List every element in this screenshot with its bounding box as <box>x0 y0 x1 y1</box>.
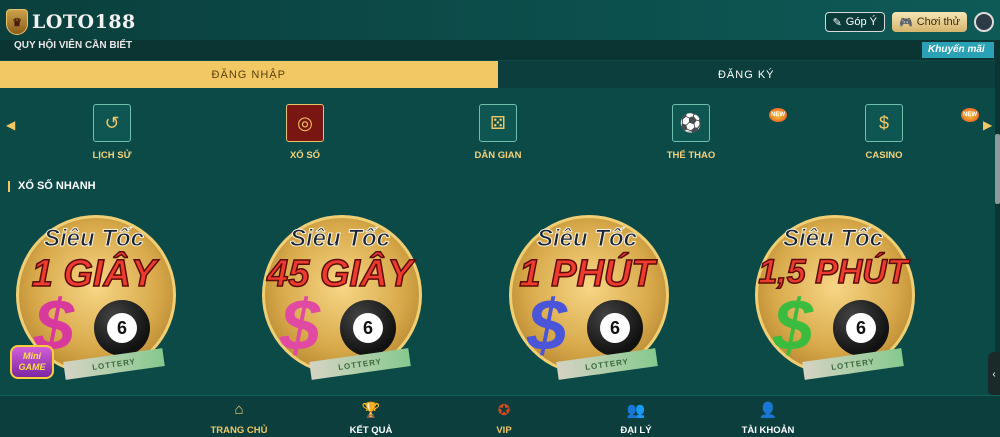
category-casino[interactable]: $ CASINO <box>844 104 924 161</box>
sports-icon: ⚽ <box>672 104 710 142</box>
minigame-button[interactable]: Mini GAME <box>10 345 54 379</box>
brand-name: LOTO188 <box>32 11 136 33</box>
game-title-line1: Siêu Tốc <box>782 225 884 253</box>
promotion-tag[interactable]: Khuyến mãi <box>922 42 994 58</box>
nav-label: VIP <box>496 425 512 436</box>
agents-icon: 👥 <box>626 402 646 419</box>
category-sports[interactable]: ⚽ THỂ THAO <box>651 104 731 161</box>
game-title-line2: 1 PHÚT <box>519 252 656 296</box>
minigame-label-1: Mini <box>23 351 41 361</box>
language-icon[interactable] <box>974 12 994 32</box>
dollar-icon: $ <box>280 286 321 366</box>
category-label: DÂN GIAN <box>474 150 522 161</box>
dollar-icon: $ <box>773 286 814 366</box>
side-drawer-toggle[interactable]: ‹ <box>988 352 1000 396</box>
lottery-ball-icon: 6 <box>340 300 396 356</box>
lottery-ball-icon: 6 <box>587 300 643 356</box>
ball-number: 6 <box>600 313 630 343</box>
try-play-label: Chơi thử <box>916 16 960 28</box>
nav-results[interactable]: 🏆 KẾT QUẢ <box>331 401 411 436</box>
feedback-button[interactable]: ✎ Góp Ý <box>824 12 885 32</box>
category-row: ◀ ↺ LỊCH SỬ ◎ XỔ SỐ ⚄ DÂN GIAN ⚽ THỂ THA… <box>0 98 995 166</box>
category-label: CASINO <box>865 150 903 161</box>
nav-account[interactable]: 👤 TÀI KHOẢN <box>728 401 808 436</box>
ball-number: 6 <box>846 313 876 343</box>
bottom-navigation: ⌂ TRANG CHỦ 🏆 KẾT QUẢ ✪ VIP 👥 ĐẠI LÝ 👤 T… <box>0 395 1000 437</box>
game-card-1-5-minutes[interactable]: Siêu Tốc 1,5 PHÚT $ 6 LOTTERY <box>743 205 923 390</box>
game-title-line2: 1 GIÂY <box>31 252 157 296</box>
game-card-45-seconds[interactable]: Siêu Tốc 45 GIÂY $ 6 LOTTERY <box>250 205 430 390</box>
scroll-thumb[interactable] <box>995 134 1000 204</box>
feedback-icon: ✎ <box>832 16 842 29</box>
lottery-icon: ◎ <box>286 104 324 142</box>
notice-text: QUY HỘI VIÊN CẦN BIẾT <box>14 40 133 51</box>
login-button[interactable]: ĐĂNG NHẬP <box>0 61 498 88</box>
brand-logo[interactable]: ♛ LOTO188 <box>6 9 136 35</box>
try-play-button[interactable]: 🎮 Chơi thử <box>891 12 967 32</box>
game-card-1-minute[interactable]: Siêu Tốc 1 PHÚT $ 6 LOTTERY <box>497 205 677 390</box>
game-title-line1: Siêu Tốc <box>289 225 391 253</box>
trophy-icon: 🏆 <box>361 402 381 419</box>
notice-strip: QUY HỘI VIÊN CẦN BIẾT Khuyến mãi <box>0 40 1000 60</box>
dice-icon: ⚄ <box>479 104 517 142</box>
game-title-line2: 45 GIÂY <box>266 252 413 296</box>
gamepad-icon: 🎮 <box>898 16 913 29</box>
chevron-left-icon: ‹ <box>992 368 996 380</box>
category-label: THỂ THAO <box>666 150 716 161</box>
casino-chip-icon: $ <box>865 104 903 142</box>
crest-icon: ♛ <box>6 9 28 35</box>
new-badge: NEW <box>961 108 979 122</box>
nav-label: TÀI KHOẢN <box>741 425 795 436</box>
top-header: ♛ LOTO188 ✎ Góp Ý 🎮 Chơi thử <box>0 0 1000 44</box>
lottery-ball-icon: 6 <box>833 300 889 356</box>
game-title-line1: Siêu Tốc <box>536 225 638 253</box>
chevron-left-icon[interactable]: ◀ <box>6 118 15 132</box>
nav-agents[interactable]: 👥 ĐẠI LÝ <box>596 401 676 436</box>
category-label: LỊCH SỬ <box>92 150 132 161</box>
ball-number: 6 <box>353 313 383 343</box>
nav-home[interactable]: ⌂ TRANG CHỦ <box>199 401 279 436</box>
auth-tabs: ĐĂNG NHẬP ĐĂNG KÝ <box>0 61 995 88</box>
feedback-label: Góp Ý <box>845 16 877 28</box>
new-badge: NEW <box>769 108 787 122</box>
nav-label: ĐẠI LÝ <box>620 425 652 436</box>
category-folk[interactable]: ⚄ DÂN GIAN <box>458 104 538 161</box>
section-accent-bar <box>8 180 10 192</box>
category-history[interactable]: ↺ LỊCH SỬ <box>72 104 152 161</box>
section-header: XỔ SỐ NHANH <box>8 180 96 192</box>
dollar-icon: $ <box>527 286 568 366</box>
ball-number: 6 <box>107 313 137 343</box>
vip-icon: ✪ <box>497 402 511 419</box>
nav-vip[interactable]: ✪ VIP <box>464 401 544 436</box>
game-title-line1: Siêu Tốc <box>43 225 145 253</box>
minigame-label-2: GAME <box>18 362 46 372</box>
section-title: XỔ SỐ NHANH <box>18 180 96 192</box>
lottery-ball-icon: 6 <box>94 300 150 356</box>
category-lottery[interactable]: ◎ XỔ SỐ <box>265 104 345 161</box>
nav-label: KẾT QUẢ <box>349 425 393 436</box>
home-icon: ⌂ <box>234 401 244 418</box>
chevron-right-icon[interactable]: ▶ <box>983 118 992 132</box>
category-label: XỔ SỐ <box>289 150 321 161</box>
nav-label: TRANG CHỦ <box>210 425 268 436</box>
register-button[interactable]: ĐĂNG KÝ <box>497 61 995 88</box>
history-icon: ↺ <box>93 104 131 142</box>
game-title-line2: 1,5 PHÚT <box>758 252 909 292</box>
account-icon: 👤 <box>758 402 778 419</box>
